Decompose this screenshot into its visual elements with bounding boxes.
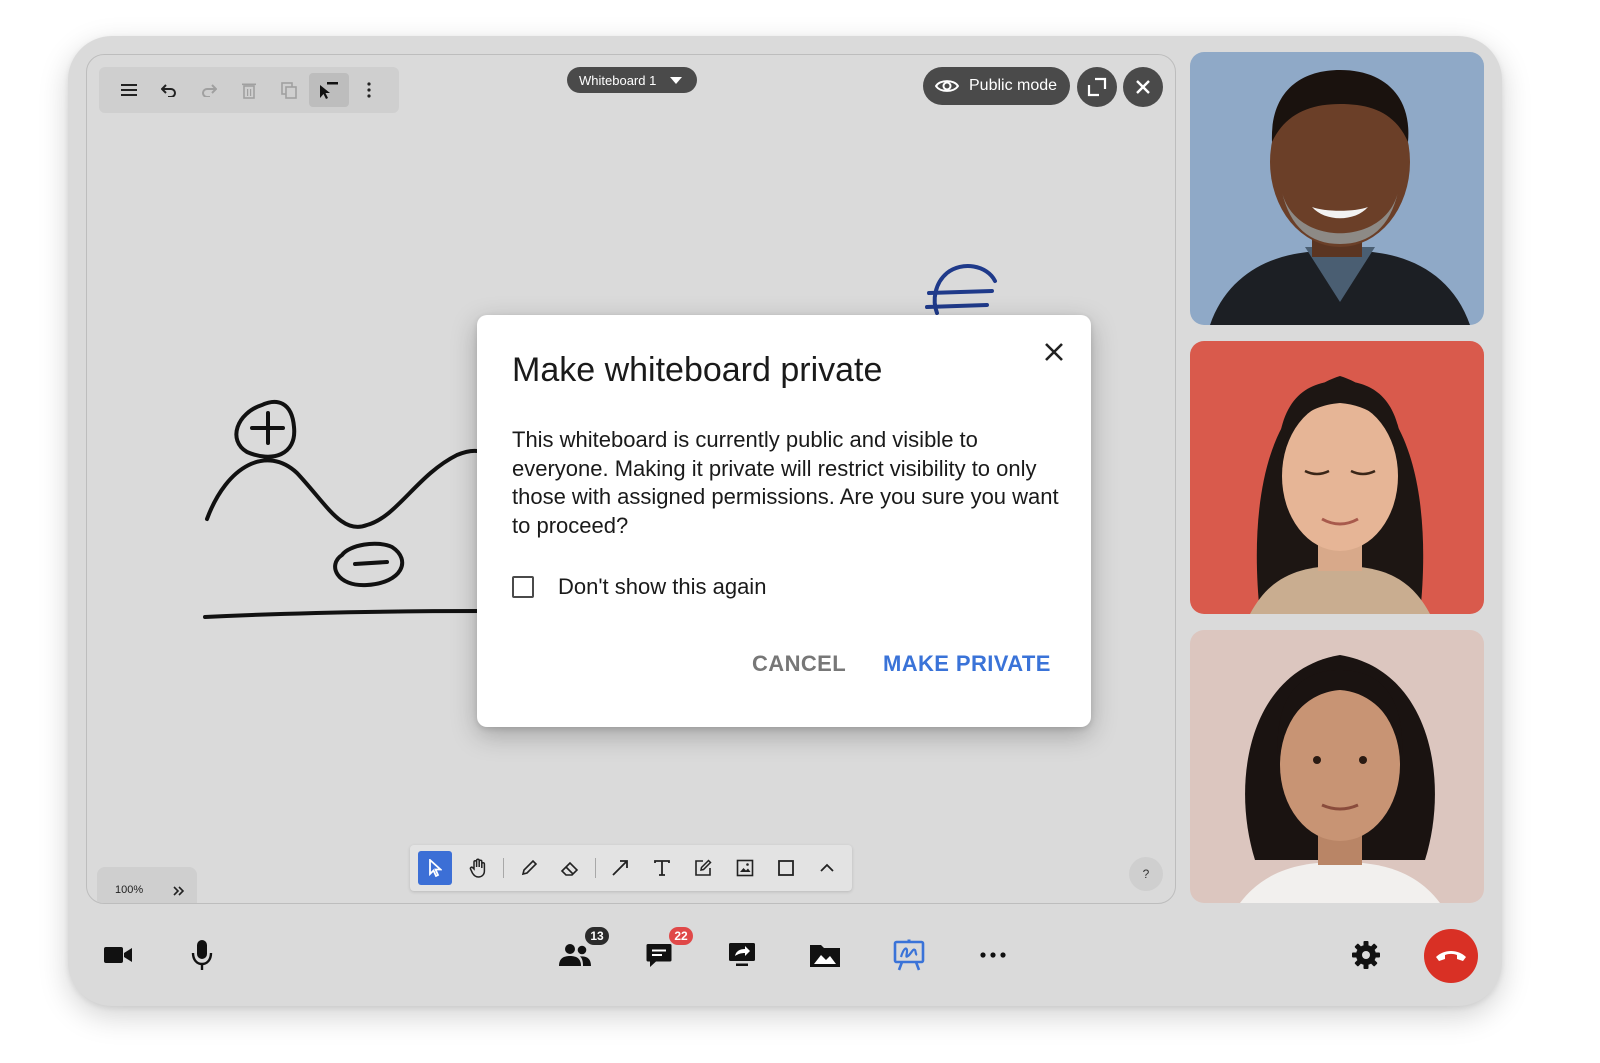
- microphone-button[interactable]: [180, 933, 224, 977]
- dialog-title: Make whiteboard private: [512, 351, 883, 389]
- settings-button[interactable]: [1344, 933, 1388, 977]
- hand-tool[interactable]: [458, 851, 499, 885]
- gear-icon: [1352, 941, 1380, 969]
- folder-image-icon: [810, 945, 840, 967]
- participant-video-1[interactable]: [1190, 52, 1484, 325]
- pencil-tool[interactable]: [508, 851, 549, 885]
- close-icon: [1045, 343, 1063, 361]
- shape-tool[interactable]: [765, 851, 806, 885]
- people-icon: [559, 944, 591, 966]
- more-horiz-icon: [980, 952, 1006, 958]
- rectangle-icon: [777, 860, 794, 876]
- hand-icon: [469, 858, 486, 878]
- dialog-close-button[interactable]: [1039, 337, 1069, 367]
- camera-button[interactable]: [96, 933, 140, 977]
- whiteboard-icon: [893, 939, 925, 971]
- make-private-dialog: Make whiteboard private This whiteboard …: [477, 315, 1091, 727]
- cursor-icon: [428, 859, 442, 877]
- select-tool[interactable]: [418, 851, 452, 885]
- participant-avatar: [1240, 655, 1440, 903]
- zoom-level: 100%: [115, 884, 144, 896]
- participants-count-badge: 13: [585, 927, 609, 945]
- chat-count-badge: 22: [669, 927, 693, 945]
- eraser-tool[interactable]: [549, 851, 590, 885]
- microphone-icon: [191, 940, 213, 970]
- participant-video-2[interactable]: [1190, 341, 1484, 614]
- eraser-icon: [560, 861, 579, 876]
- dialog-message: This whiteboard is currently public and …: [512, 427, 1059, 538]
- sticky-note-tool[interactable]: [682, 851, 723, 885]
- toolbar-divider: [502, 858, 504, 878]
- help-button[interactable]: ?: [1129, 857, 1163, 891]
- cancel-button[interactable]: CANCEL: [752, 651, 846, 677]
- make-private-button[interactable]: MAKE PRIVATE: [883, 651, 1051, 677]
- image-icon: [736, 859, 753, 877]
- dont-show-again-label[interactable]: Don't show this again: [558, 574, 766, 600]
- dont-show-again-row[interactable]: Don't show this again: [512, 574, 766, 600]
- share-screen-button[interactable]: [720, 933, 764, 977]
- dont-show-again-checkbox[interactable]: [512, 576, 534, 598]
- toolbar-divider: [594, 858, 596, 878]
- arrow-tool[interactable]: [600, 851, 641, 885]
- image-tool[interactable]: [724, 851, 765, 885]
- arrow-icon: [612, 860, 629, 876]
- chevron-up-icon: [820, 863, 834, 872]
- participant-avatar: [1250, 376, 1430, 614]
- help-label: ?: [1142, 867, 1150, 881]
- participant-avatar: [1210, 70, 1470, 325]
- chat-icon: [646, 944, 672, 967]
- chevron-double-right-icon[interactable]: [173, 886, 185, 896]
- expand-toolbar-button[interactable]: [807, 851, 848, 885]
- share-screen-icon: [729, 943, 755, 966]
- text-tool[interactable]: [641, 851, 682, 885]
- participants-button[interactable]: 13: [553, 927, 609, 977]
- participant-video-3[interactable]: [1190, 630, 1484, 903]
- whiteboard-button[interactable]: [887, 933, 931, 977]
- media-gallery-button[interactable]: [803, 933, 847, 977]
- pencil-icon: [521, 859, 537, 876]
- more-options-button[interactable]: [971, 933, 1015, 977]
- zoom-control[interactable]: 100%: [97, 867, 197, 903]
- chat-button[interactable]: 22: [637, 927, 693, 977]
- drawing-toolbar: [410, 845, 852, 891]
- video-camera-icon: [104, 947, 132, 963]
- note-edit-icon: [695, 859, 712, 876]
- text-icon: [653, 860, 670, 876]
